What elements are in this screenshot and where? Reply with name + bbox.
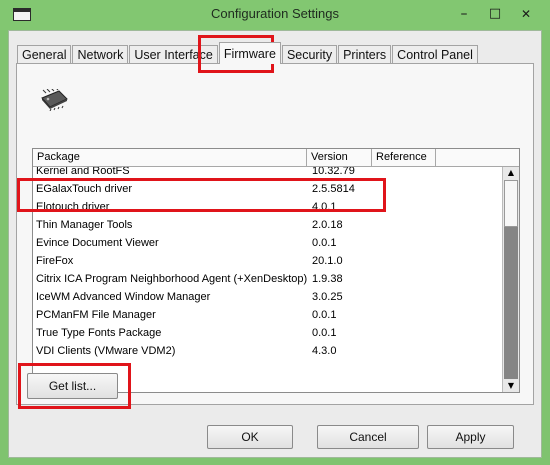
tab-firmware[interactable]: Firmware [218,42,281,64]
apply-button[interactable]: Apply [427,425,514,449]
list-header: Package Version Reference [33,149,519,167]
list-item[interactable]: Citrix ICA Program Neighborhood Agent (+… [33,270,503,288]
tab-security[interactable]: Security [281,45,338,64]
tab-user-interface[interactable]: User Interface [129,45,218,64]
title-bar: Configuration Settings – □ ✕ [0,0,550,30]
list-rows: Kernel and RootFS 10.32.79 EGalaxTouch dr… [33,167,503,392]
column-version[interactable]: Version [307,149,372,166]
scroll-up-icon[interactable]: ▲ [504,167,518,179]
list-item[interactable]: FireFox 20.1.0 [33,252,503,270]
scroll-down-icon[interactable]: ▼ [504,380,518,392]
list-item[interactable]: PCManFM File Manager 0.0.1 [33,306,503,324]
list-item[interactable]: Kernel and RootFS 10.32.79 [33,167,503,180]
package-list[interactable]: Package Version Reference Kernel and Roo… [32,148,520,393]
vertical-scrollbar[interactable]: ▲ ▼ [502,167,519,392]
ok-button[interactable]: OK [207,425,293,449]
tab-control-panel[interactable]: Control Panel [392,45,478,64]
list-item[interactable]: Evince Document Viewer 0.0.1 [33,234,503,252]
list-item[interactable]: EGalaxTouch driver 2.5.5814 [33,180,503,198]
close-button[interactable]: ✕ [514,4,538,24]
list-item[interactable]: IceWM Advanced Window Manager 3.0.25 [33,288,503,306]
get-list-button[interactable]: Get list... [27,373,118,399]
tab-bar: General Network User Interface Firmware … [17,42,479,64]
tab-printers[interactable]: Printers [338,45,392,64]
list-item[interactable]: Elotouch driver 4.0.1 [33,198,503,216]
cancel-button[interactable]: Cancel [317,425,419,449]
scroll-thumb[interactable] [504,180,518,227]
list-item[interactable]: VDI Clients (VMware VDM2) 4.3.0 [33,342,503,360]
minimize-button[interactable]: – [452,4,476,24]
column-reference[interactable]: Reference [372,149,436,166]
chip-icon [41,89,68,111]
tab-network[interactable]: Network [72,45,129,64]
list-item[interactable]: True Type Fonts Package 0.0.1 [33,324,503,342]
scroll-track[interactable] [504,227,518,379]
list-item[interactable]: Thin Manager Tools 2.0.18 [33,216,503,234]
dialog-body: General Network User Interface Firmware … [8,30,542,458]
tab-general[interactable]: General [17,45,72,64]
column-package[interactable]: Package [33,149,307,166]
maximize-button[interactable]: □ [483,4,507,24]
